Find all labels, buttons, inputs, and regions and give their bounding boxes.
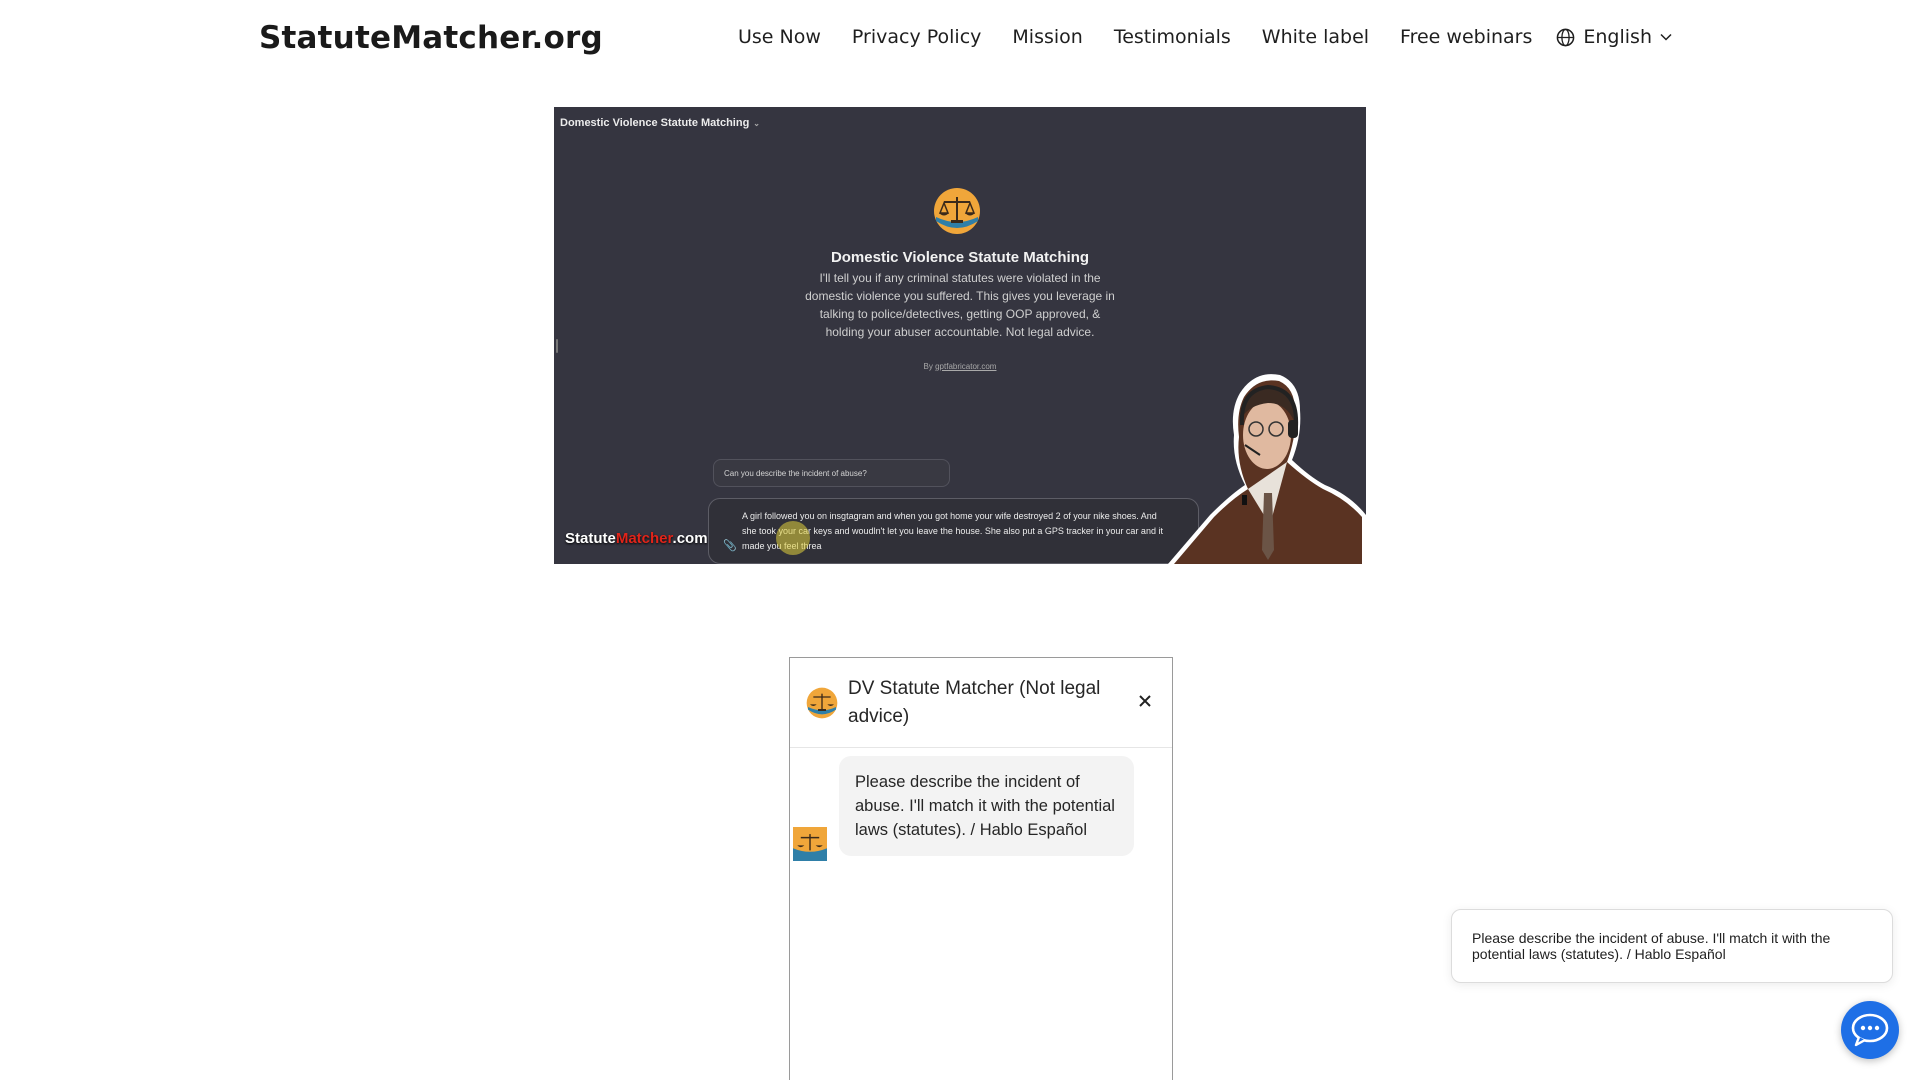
video-topbar-title: Domestic Violence Statute Matching xyxy=(560,117,750,129)
site-logo[interactable]: StatuteMatcher.org xyxy=(259,20,603,56)
chat-bubble-icon xyxy=(1851,1013,1889,1047)
chat-title: DV Statute Matcher (Not legal advice) xyxy=(848,677,1101,727)
presenter-image xyxy=(1168,374,1366,564)
watermark-part-1: Statute xyxy=(565,530,616,547)
scales-of-justice-icon xyxy=(934,188,980,234)
video-watermark: StatuteMatcher.com xyxy=(565,530,708,547)
scales-of-justice-icon xyxy=(806,687,838,718)
nav-free-webinars[interactable]: Free webinars xyxy=(1400,26,1532,48)
demo-video[interactable]: Domestic Violence Statute Matching ⌄ Dom… xyxy=(554,107,1366,564)
author-prefix: By xyxy=(923,362,933,371)
chat-header: DV Statute Matcher (Not legal advice) xyxy=(790,658,1172,748)
video-gpt-description: I'll tell you if any criminal statutes w… xyxy=(805,271,1115,339)
bot-avatar-icon xyxy=(793,827,827,861)
chat-widget: DV Statute Matcher (Not legal advice) Pl… xyxy=(789,657,1173,1080)
nav-white-label[interactable]: White label xyxy=(1262,26,1369,48)
language-label: English xyxy=(1583,26,1652,48)
close-icon[interactable] xyxy=(1136,692,1154,710)
chat-message-bubble: Please describe the incident of abuse. I… xyxy=(839,756,1134,856)
chevron-down-icon xyxy=(1660,33,1672,41)
main-nav: Use Now Privacy Policy Mission Testimoni… xyxy=(738,26,1672,48)
nav-privacy-policy[interactable]: Privacy Policy xyxy=(852,26,981,48)
paperclip-icon: 📎 xyxy=(723,540,737,552)
video-gpt-title: Domestic Violence Statute Matching xyxy=(830,249,1090,266)
cursor-highlight xyxy=(776,521,810,555)
language-selector[interactable]: English xyxy=(1556,26,1672,48)
chat-launcher-button[interactable] xyxy=(1841,1001,1899,1059)
author-link: gptfabricator.com xyxy=(935,362,997,371)
watermark-part-3: .com xyxy=(672,530,708,547)
video-question-bubble: Can you describe the incident of abuse? xyxy=(713,459,950,487)
nav-use-now[interactable]: Use Now xyxy=(738,26,821,48)
watermark-part-2: Matcher xyxy=(615,530,673,547)
nav-testimonials[interactable]: Testimonials xyxy=(1114,26,1231,48)
globe-icon xyxy=(1557,28,1575,46)
sidebar-handle xyxy=(556,339,558,353)
nav-mission[interactable]: Mission xyxy=(1012,26,1082,48)
video-gpt-author: By gptfabricator.com xyxy=(754,362,1166,371)
chat-preview-toast[interactable]: Please describe the incident of abuse. I… xyxy=(1451,909,1893,983)
video-topbar: Domestic Violence Statute Matching ⌄ xyxy=(560,117,760,129)
chevron-down-icon: ⌄ xyxy=(753,118,760,128)
